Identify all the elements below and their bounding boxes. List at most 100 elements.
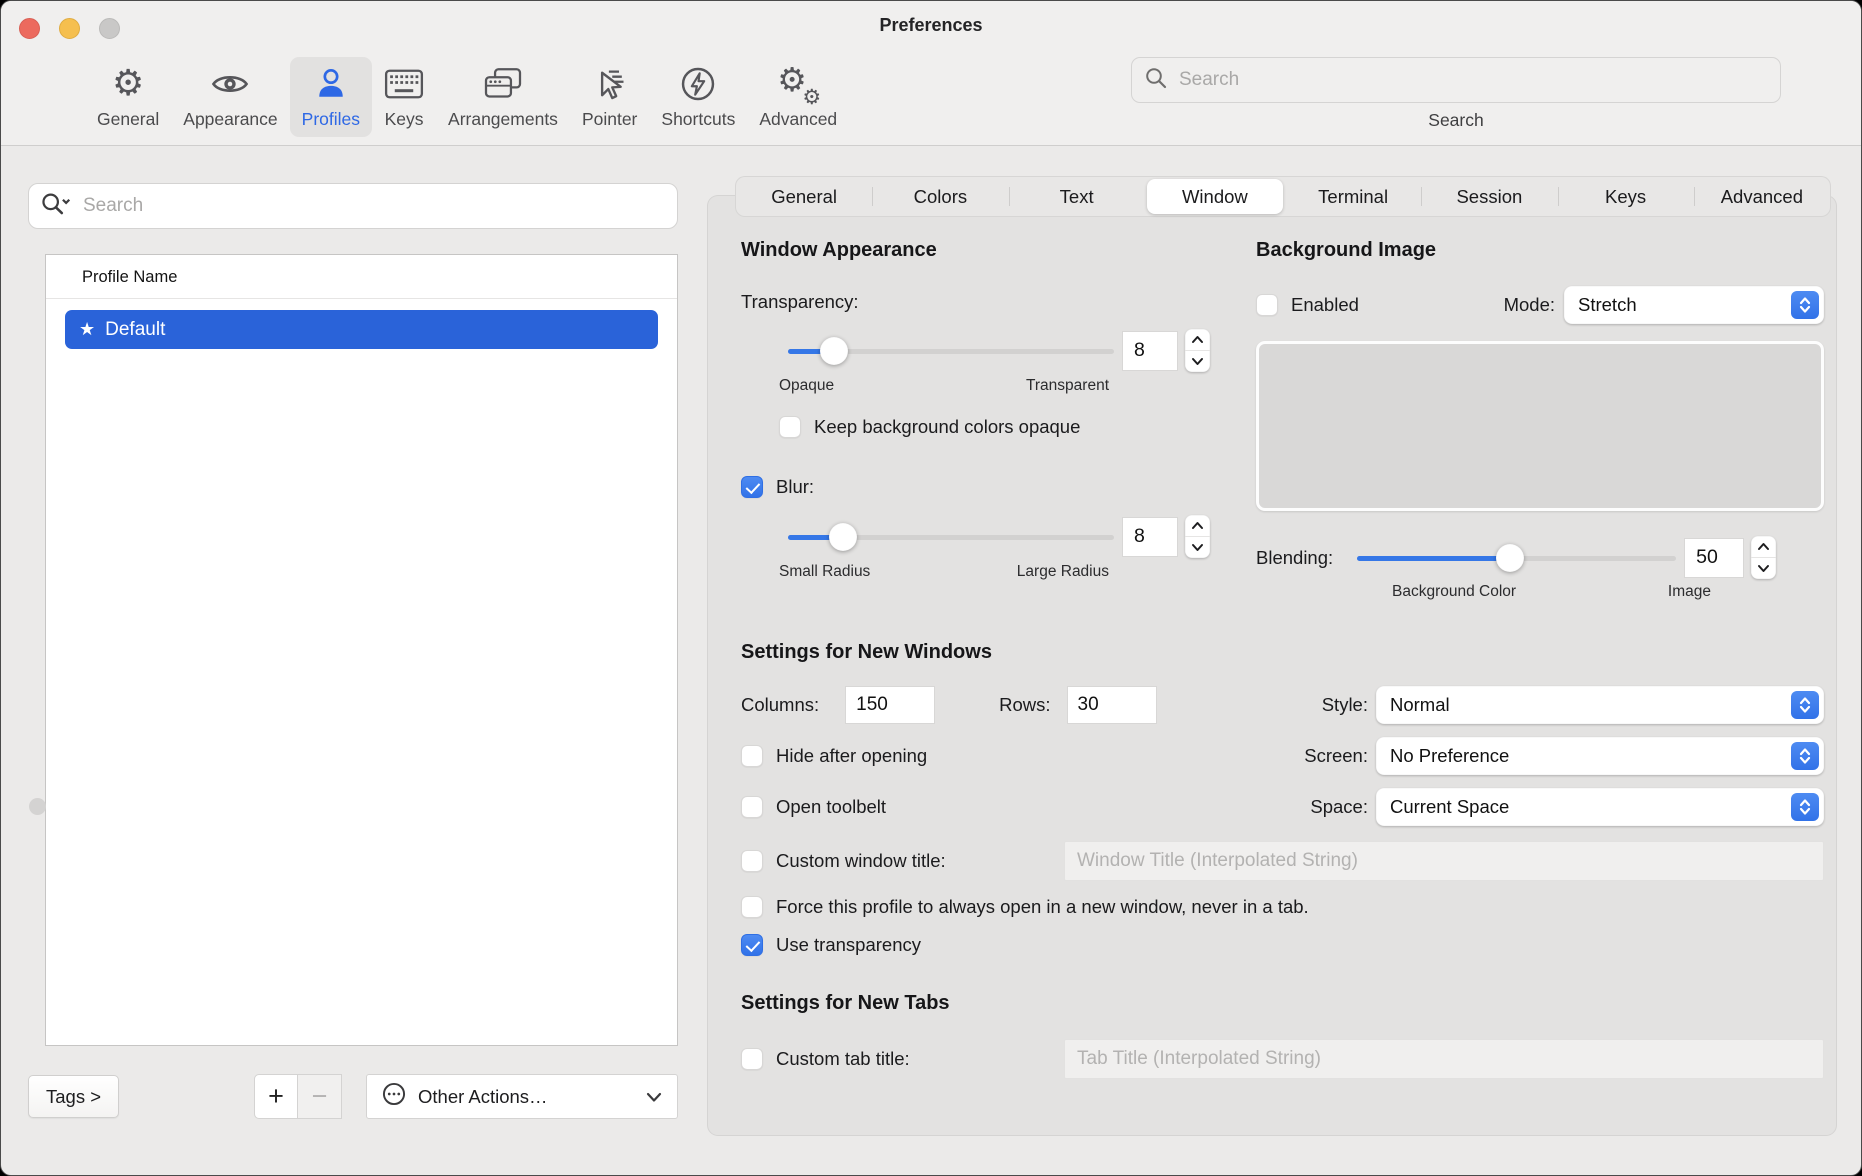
open-toolbelt-label: Open toolbelt [776, 796, 887, 817]
tags-button[interactable]: Tags > [28, 1075, 120, 1118]
stepper-up-icon[interactable] [1185, 329, 1210, 350]
splitter-handle-dot[interactable] [29, 798, 46, 815]
custom-tab-title-field[interactable] [1064, 1039, 1824, 1079]
chevron-down-icon [645, 1086, 663, 1108]
force-new-window-label: Force this profile to always open in a n… [776, 896, 1309, 917]
tab-session[interactable]: Session [1421, 177, 1557, 216]
gear-icon: ⚙ [111, 63, 145, 104]
slider-thumb[interactable] [1496, 543, 1525, 572]
tab-advanced[interactable]: Advanced [1693, 177, 1830, 216]
main-content: Profile Name ★ Default Tags > + − [1, 146, 1861, 1159]
profile-list-body[interactable]: ★ Default [46, 299, 677, 1045]
remove-profile-button[interactable]: − [298, 1074, 342, 1119]
minimize-button[interactable] [59, 18, 80, 39]
slider-thumb[interactable] [819, 336, 848, 365]
toolbar-item-general[interactable]: ⚙ General [85, 57, 171, 137]
select-value: No Preference [1390, 745, 1510, 766]
transparency-slider[interactable] [788, 336, 1114, 366]
tab-text[interactable]: Text [1008, 177, 1145, 216]
toolbar-search-field[interactable] [1131, 57, 1781, 103]
blending-label: Blending: [1256, 546, 1334, 568]
sidebar-footer: Tags > + − Other Actions… [28, 1074, 678, 1119]
toolbar-item-shortcuts[interactable]: Shortcuts [649, 57, 747, 137]
toolbar-item-label: Advanced [759, 109, 838, 129]
eye-icon [211, 64, 249, 104]
toolbar-item-label: Keys [384, 109, 424, 129]
star-icon: ★ [79, 318, 96, 340]
other-actions-label: Other Actions… [418, 1085, 548, 1107]
rows-label: Rows: [999, 694, 1051, 715]
blur-value-field[interactable] [1122, 516, 1178, 557]
toolbar-item-advanced[interactable]: ⚙ ⚙ Advanced [747, 57, 849, 137]
custom-window-title-checkbox[interactable] [741, 850, 763, 872]
bg-image-enabled-label: Enabled [1291, 294, 1359, 315]
columns-field[interactable] [845, 686, 936, 724]
tab-keys[interactable]: Keys [1557, 177, 1694, 216]
stepper-down-icon[interactable] [1185, 536, 1210, 558]
search-menu-icon[interactable] [39, 191, 73, 222]
toolbar-item-profiles[interactable]: Profiles [289, 57, 373, 137]
profile-name: Default [105, 318, 166, 340]
bg-image-enabled-checkbox[interactable] [1256, 294, 1278, 316]
keep-bg-opaque-checkbox[interactable] [779, 416, 801, 438]
stepper-down-icon[interactable] [1185, 350, 1210, 372]
select-value: Current Space [1390, 796, 1510, 817]
toolbar-item-arrangements[interactable]: Arrangements [436, 57, 570, 137]
style-select[interactable]: Normal [1376, 686, 1824, 724]
other-actions-dropdown[interactable]: Other Actions… [366, 1074, 678, 1119]
window-chrome: Preferences ⚙ General Appearance Profile… [1, 1, 1861, 146]
toolbar-item-pointer[interactable]: Pointer [570, 57, 649, 137]
close-button[interactable] [19, 18, 40, 39]
slider-thumb[interactable] [829, 522, 858, 551]
ellipsis-circle-icon [381, 1081, 407, 1112]
titlebar[interactable]: Preferences [1, 1, 1861, 49]
transparency-label: Transparency: [741, 291, 859, 312]
toolbar-search-input[interactable] [1177, 68, 1768, 92]
profile-list-header: Profile Name [46, 255, 677, 299]
space-select[interactable]: Current Space [1376, 788, 1824, 826]
blur-slider[interactable] [788, 522, 1114, 552]
sidebar-search-field[interactable] [28, 183, 678, 229]
updown-chevrons-icon [1791, 793, 1819, 821]
toolbar-item-keys[interactable]: Keys [372, 57, 436, 137]
toolbar: ⚙ General Appearance Profiles Keys Arran… [1, 49, 1861, 145]
tab-terminal[interactable]: Terminal [1285, 177, 1421, 216]
slider-min-label: Small Radius [779, 563, 871, 580]
traffic-lights [19, 18, 120, 39]
bg-image-mode-select[interactable]: Stretch [1564, 286, 1824, 324]
stepper-up-icon[interactable] [1751, 536, 1776, 557]
tab-window[interactable]: Window [1146, 179, 1283, 214]
transparency-value-field[interactable] [1122, 330, 1178, 371]
add-remove-group: + − [254, 1074, 342, 1119]
open-toolbelt-checkbox[interactable] [741, 796, 763, 818]
blending-stepper[interactable] [1751, 536, 1777, 579]
add-profile-button[interactable]: + [254, 1074, 298, 1119]
profiles-sidebar: Profile Name ★ Default Tags > + − [28, 146, 678, 1159]
search-icon [1144, 66, 1168, 95]
tab-general[interactable]: General [736, 177, 872, 216]
zoom-button[interactable] [99, 18, 120, 39]
custom-window-title-field[interactable] [1064, 841, 1824, 881]
use-transparency-checkbox[interactable] [741, 934, 763, 956]
bg-image-mode-label: Mode: [1503, 294, 1555, 315]
stepper-up-icon[interactable] [1185, 515, 1210, 536]
rows-field[interactable] [1066, 686, 1157, 724]
tab-colors[interactable]: Colors [872, 177, 1008, 216]
toolbar-item-appearance[interactable]: Appearance [171, 57, 289, 137]
hide-after-opening-checkbox[interactable] [741, 745, 763, 767]
section-heading-window-appearance: Window Appearance [741, 239, 937, 261]
sidebar-search-input[interactable] [81, 194, 667, 218]
profile-list: Profile Name ★ Default [45, 254, 678, 1046]
bg-image-preview-well[interactable] [1256, 341, 1824, 511]
profile-row-default[interactable]: ★ Default [65, 310, 658, 349]
force-new-window-checkbox[interactable] [741, 896, 763, 918]
transparency-stepper[interactable] [1185, 329, 1210, 372]
blending-value-field[interactable] [1684, 537, 1745, 578]
blur-checkbox[interactable] [741, 476, 763, 498]
stepper-down-icon[interactable] [1751, 557, 1777, 579]
blending-slider[interactable] [1357, 543, 1677, 573]
screen-select[interactable]: No Preference [1376, 737, 1824, 775]
slider-max-label: Image [1667, 583, 1711, 600]
custom-tab-title-checkbox[interactable] [741, 1048, 763, 1070]
blur-stepper[interactable] [1185, 515, 1210, 558]
